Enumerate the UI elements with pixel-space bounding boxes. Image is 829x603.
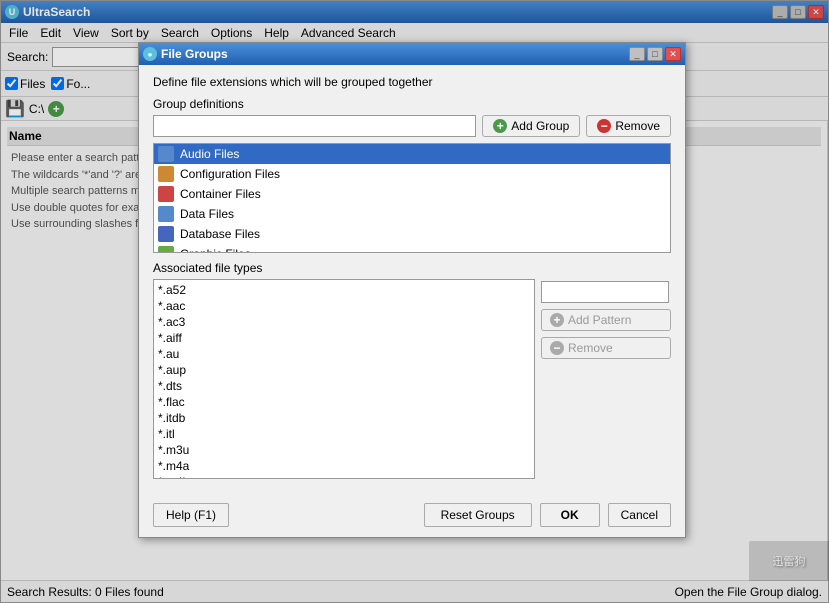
remove-pattern-button[interactable]: − Remove bbox=[541, 337, 671, 359]
modal-overlay: ● File Groups _ □ ✕ Define file extensio… bbox=[0, 0, 829, 603]
dialog-body: Define file extensions which will be gro… bbox=[139, 65, 685, 497]
list-item[interactable]: Graphic Files bbox=[154, 244, 670, 253]
associated-file-types-label: Associated file types bbox=[153, 261, 671, 275]
dialog-titlebar: ● File Groups _ □ ✕ bbox=[139, 43, 685, 65]
list-item[interactable]: *.itl bbox=[156, 426, 532, 442]
file-types-controls: + Add Pattern − Remove bbox=[541, 279, 671, 479]
group-definition-row: + Add Group − Remove bbox=[153, 115, 671, 137]
dialog-maximize-button[interactable]: □ bbox=[647, 47, 663, 61]
ok-button[interactable]: OK bbox=[540, 503, 600, 527]
list-item[interactable]: *.a52 bbox=[156, 282, 532, 298]
list-item[interactable]: *.aac bbox=[156, 298, 532, 314]
group-item-label: Graphic Files bbox=[180, 247, 251, 253]
group-list[interactable]: Audio Files Configuration Files Containe… bbox=[153, 143, 671, 253]
group-name-input[interactable] bbox=[153, 115, 476, 137]
list-item[interactable]: Configuration Files bbox=[154, 164, 670, 184]
list-item[interactable]: *.au bbox=[156, 346, 532, 362]
group-item-label: Audio Files bbox=[180, 147, 239, 161]
remove-group-button[interactable]: − Remove bbox=[586, 115, 671, 137]
list-item[interactable]: *.aiff bbox=[156, 330, 532, 346]
remove-pattern-minus-icon: − bbox=[550, 341, 564, 355]
list-item[interactable]: Data Files bbox=[154, 204, 670, 224]
dialog-window-controls: _ □ ✕ bbox=[629, 47, 681, 61]
dialog-title-area: ● File Groups bbox=[143, 47, 228, 61]
add-pattern-plus-icon: + bbox=[550, 313, 564, 327]
dialog-description: Define file extensions which will be gro… bbox=[153, 75, 671, 89]
cancel-button[interactable]: Cancel bbox=[608, 503, 671, 527]
file-types-section: *.a52 *.aac *.ac3 *.aiff *.au *.aup *.dt… bbox=[153, 279, 671, 479]
list-item[interactable]: *.flac bbox=[156, 394, 532, 410]
list-item[interactable]: Database Files bbox=[154, 224, 670, 244]
list-item[interactable]: *.ac3 bbox=[156, 314, 532, 330]
group-item-label: Container Files bbox=[180, 187, 261, 201]
pattern-input[interactable] bbox=[541, 281, 669, 303]
dialog-footer: Help (F1) Reset Groups OK Cancel bbox=[139, 497, 685, 537]
group-list-container: Audio Files Configuration Files Containe… bbox=[153, 143, 671, 253]
file-groups-dialog: ● File Groups _ □ ✕ Define file extensio… bbox=[138, 42, 686, 538]
group-item-label: Configuration Files bbox=[180, 167, 280, 181]
list-item[interactable]: *.m3u bbox=[156, 442, 532, 458]
list-item[interactable]: *.m4b bbox=[156, 474, 532, 478]
group-definitions-label: Group definitions bbox=[153, 97, 671, 111]
remove-pattern-label: Remove bbox=[568, 341, 613, 355]
help-button[interactable]: Help (F1) bbox=[153, 503, 229, 527]
data-files-icon bbox=[158, 206, 174, 222]
list-item[interactable]: *.itdb bbox=[156, 410, 532, 426]
reset-groups-button[interactable]: Reset Groups bbox=[424, 503, 532, 527]
file-types-list-wrap: *.a52 *.aac *.ac3 *.aiff *.au *.aup *.dt… bbox=[153, 279, 535, 479]
group-item-label: Database Files bbox=[180, 227, 260, 241]
add-pattern-label: Add Pattern bbox=[568, 313, 631, 327]
config-files-icon bbox=[158, 166, 174, 182]
list-item[interactable]: *.m4a bbox=[156, 458, 532, 474]
add-group-label: Add Group bbox=[511, 119, 569, 133]
remove-group-label: Remove bbox=[615, 119, 660, 133]
database-files-icon bbox=[158, 226, 174, 242]
list-item[interactable]: Container Files bbox=[154, 184, 670, 204]
list-item[interactable]: Audio Files bbox=[154, 144, 670, 164]
audio-files-icon bbox=[158, 146, 174, 162]
add-group-plus-icon: + bbox=[493, 119, 507, 133]
file-types-row: *.a52 *.aac *.ac3 *.aiff *.au *.aup *.dt… bbox=[153, 279, 671, 479]
list-item[interactable]: *.aup bbox=[156, 362, 532, 378]
dialog-minimize-button[interactable]: _ bbox=[629, 47, 645, 61]
remove-group-minus-icon: − bbox=[597, 119, 611, 133]
graphic-files-icon bbox=[158, 246, 174, 253]
dialog-icon: ● bbox=[143, 47, 157, 61]
dialog-title: File Groups bbox=[161, 47, 228, 61]
list-item[interactable]: *.dts bbox=[156, 378, 532, 394]
group-item-label: Data Files bbox=[180, 207, 234, 221]
add-group-button[interactable]: + Add Group bbox=[482, 115, 580, 137]
file-types-list[interactable]: *.a52 *.aac *.ac3 *.aiff *.au *.aup *.dt… bbox=[154, 280, 534, 478]
container-files-icon bbox=[158, 186, 174, 202]
dialog-close-button[interactable]: ✕ bbox=[665, 47, 681, 61]
add-pattern-button[interactable]: + Add Pattern bbox=[541, 309, 671, 331]
